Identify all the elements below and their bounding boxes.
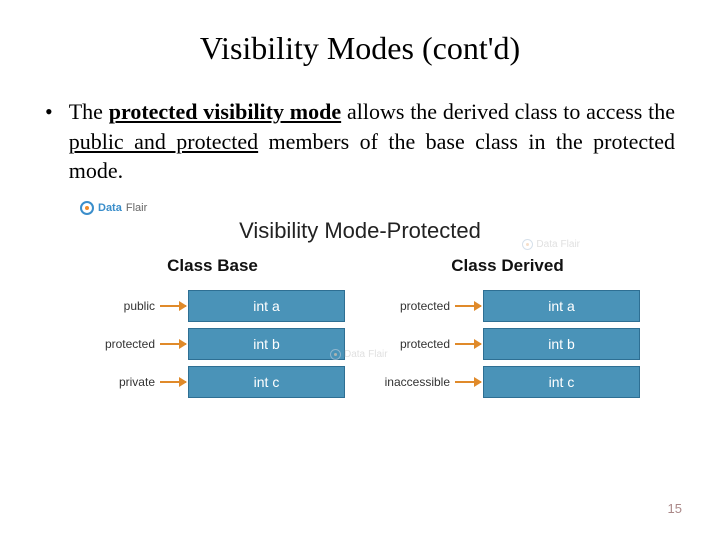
table-row: protected int b — [80, 328, 345, 360]
table-row: protected int a — [375, 290, 640, 322]
arrow-icon — [455, 343, 481, 345]
page-number: 15 — [668, 501, 682, 516]
slide-title: Visibility Modes (cont'd) — [45, 30, 675, 67]
member-cell: int c — [483, 366, 640, 398]
arrow-icon — [455, 305, 481, 307]
class-derived-head: Class Derived — [375, 256, 640, 276]
table-row: protected int b — [375, 328, 640, 360]
public-and-protected-underline: public and protected — [69, 129, 258, 154]
access-label: private — [80, 375, 158, 389]
class-base-column: Class Base public int a protected int b … — [80, 256, 345, 404]
arrow-icon — [160, 381, 186, 383]
table-row: public int a — [80, 290, 345, 322]
member-cell: int a — [483, 290, 640, 322]
arrow-icon — [160, 343, 186, 345]
member-cell: int b — [188, 328, 345, 360]
access-label: protected — [80, 337, 158, 351]
dataflair-logo: Data Flair — [80, 201, 640, 215]
table-row: inaccessible int c — [375, 366, 640, 398]
watermark-icon: DataFlair — [522, 239, 580, 250]
protected-visibility-mode-emph: protected visibility mode — [109, 99, 341, 124]
arrow-icon — [160, 305, 186, 307]
watermark-icon: DataFlair — [330, 349, 388, 360]
logo-icon — [80, 201, 94, 215]
class-base-head: Class Base — [80, 256, 345, 276]
visibility-diagram: Data Flair Visibility Mode-Protected Dat… — [80, 201, 640, 404]
member-cell: int c — [188, 366, 345, 398]
bullet-item: • The protected visibility mode allows t… — [45, 97, 675, 186]
access-label: protected — [375, 299, 453, 313]
member-cell: int a — [188, 290, 345, 322]
bullet-dot: • — [45, 97, 53, 127]
table-row: private int c — [80, 366, 345, 398]
class-derived-column: Class Derived protected int a protected … — [375, 256, 640, 404]
member-cell: int b — [483, 328, 640, 360]
access-label: public — [80, 299, 158, 313]
arrow-icon — [455, 381, 481, 383]
access-label: inaccessible — [375, 375, 453, 389]
bullet-text: The protected visibility mode allows the… — [69, 97, 675, 186]
